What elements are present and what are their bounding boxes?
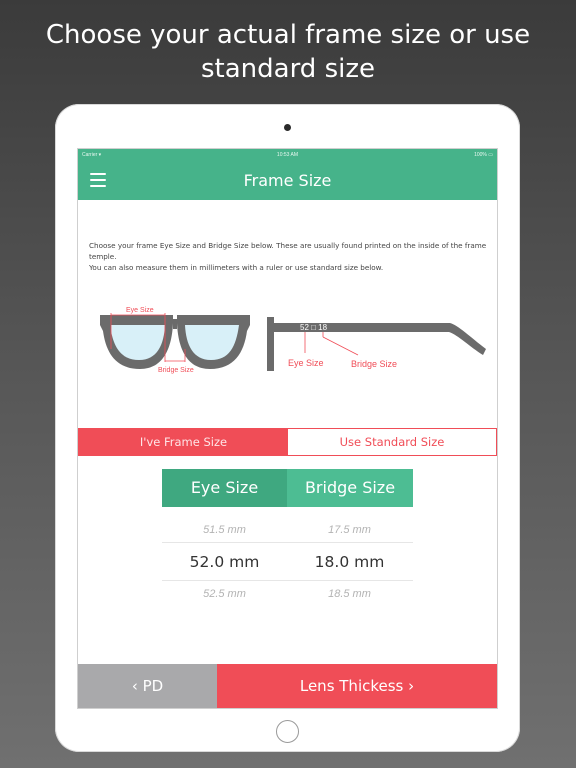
side-eye-size-label: Eye Size [288,358,324,368]
hamburger-menu-icon[interactable] [90,173,106,187]
instructions-text: Choose your frame Eye Size and Bridge Si… [89,240,489,273]
glasses-temple-icon: 52 □ 18 Eye Size Bridge Size [267,317,486,371]
temple-size-marking: 52 □ 18 [300,323,328,332]
front-eye-size-label: Eye Size [126,307,154,314]
home-button[interactable] [276,720,299,743]
picker-header: Eye Size Bridge Size [162,469,413,507]
picker-row-next[interactable]: 52.5 mm 18.5 mm [162,588,413,600]
size-mode-tabs: I've Frame Size Use Standard Size [78,428,497,456]
status-time: 10:53 AM [276,152,299,158]
promo-headline-line1: Choose your actual frame size or use [45,20,531,50]
tab-frame-size[interactable]: I've Frame Size [79,429,288,455]
glasses-front-icon: Eye Size Bridge Size [100,307,250,374]
eye-size-option[interactable]: 51.5 mm [162,524,287,536]
status-bar: Carrier ▾ 10:53 AM 100% ▭ [78,149,497,161]
battery-icon: 100% ▭ [474,152,493,158]
nav-bar: Frame Size [78,161,497,200]
bridge-size-option[interactable]: 18.5 mm [287,588,412,600]
ipad-device-frame: Carrier ▾ 10:53 AM 100% ▭ Frame Size Cho… [55,104,520,752]
tab-standard-size[interactable]: Use Standard Size [288,429,496,455]
back-pd-button[interactable]: ‹ PD [78,664,217,708]
picker-row-prev[interactable]: 51.5 mm 17.5 mm [162,524,413,536]
eye-size-selected[interactable]: 52.0 mm [162,553,287,571]
bridge-size-header: Bridge Size [287,469,413,507]
glasses-diagram: Eye Size Bridge Size 52 □ 18 Eye Size Br… [100,307,486,374]
page-title: Frame Size [243,171,332,190]
bridge-size-option[interactable]: 17.5 mm [287,524,412,536]
side-bridge-size-label: Bridge Size [351,359,397,369]
eye-size-header: Eye Size [162,469,287,507]
front-bridge-size-label: Bridge Size [158,367,194,374]
instructions-line2: You can also measure them in millimeters… [89,263,384,272]
next-lens-thickness-button[interactable]: Lens Thickess › [217,664,497,708]
bridge-size-selected[interactable]: 18.0 mm [287,553,412,571]
instructions-line1: Choose your frame Eye Size and Bridge Si… [89,241,487,261]
promo-headline: Choose your actual frame size or use sta… [0,18,576,86]
camera-icon [284,124,291,131]
promo-headline-line2: standard size [200,54,375,84]
app-screen: Carrier ▾ 10:53 AM 100% ▭ Frame Size Cho… [77,148,498,709]
picker-row-selected[interactable]: 52.0 mm 18.0 mm [162,553,413,571]
size-picker[interactable]: 51.5 mm 17.5 mm 52.0 mm 18.0 mm 52.5 mm … [162,514,413,604]
eye-size-option[interactable]: 52.5 mm [162,588,287,600]
